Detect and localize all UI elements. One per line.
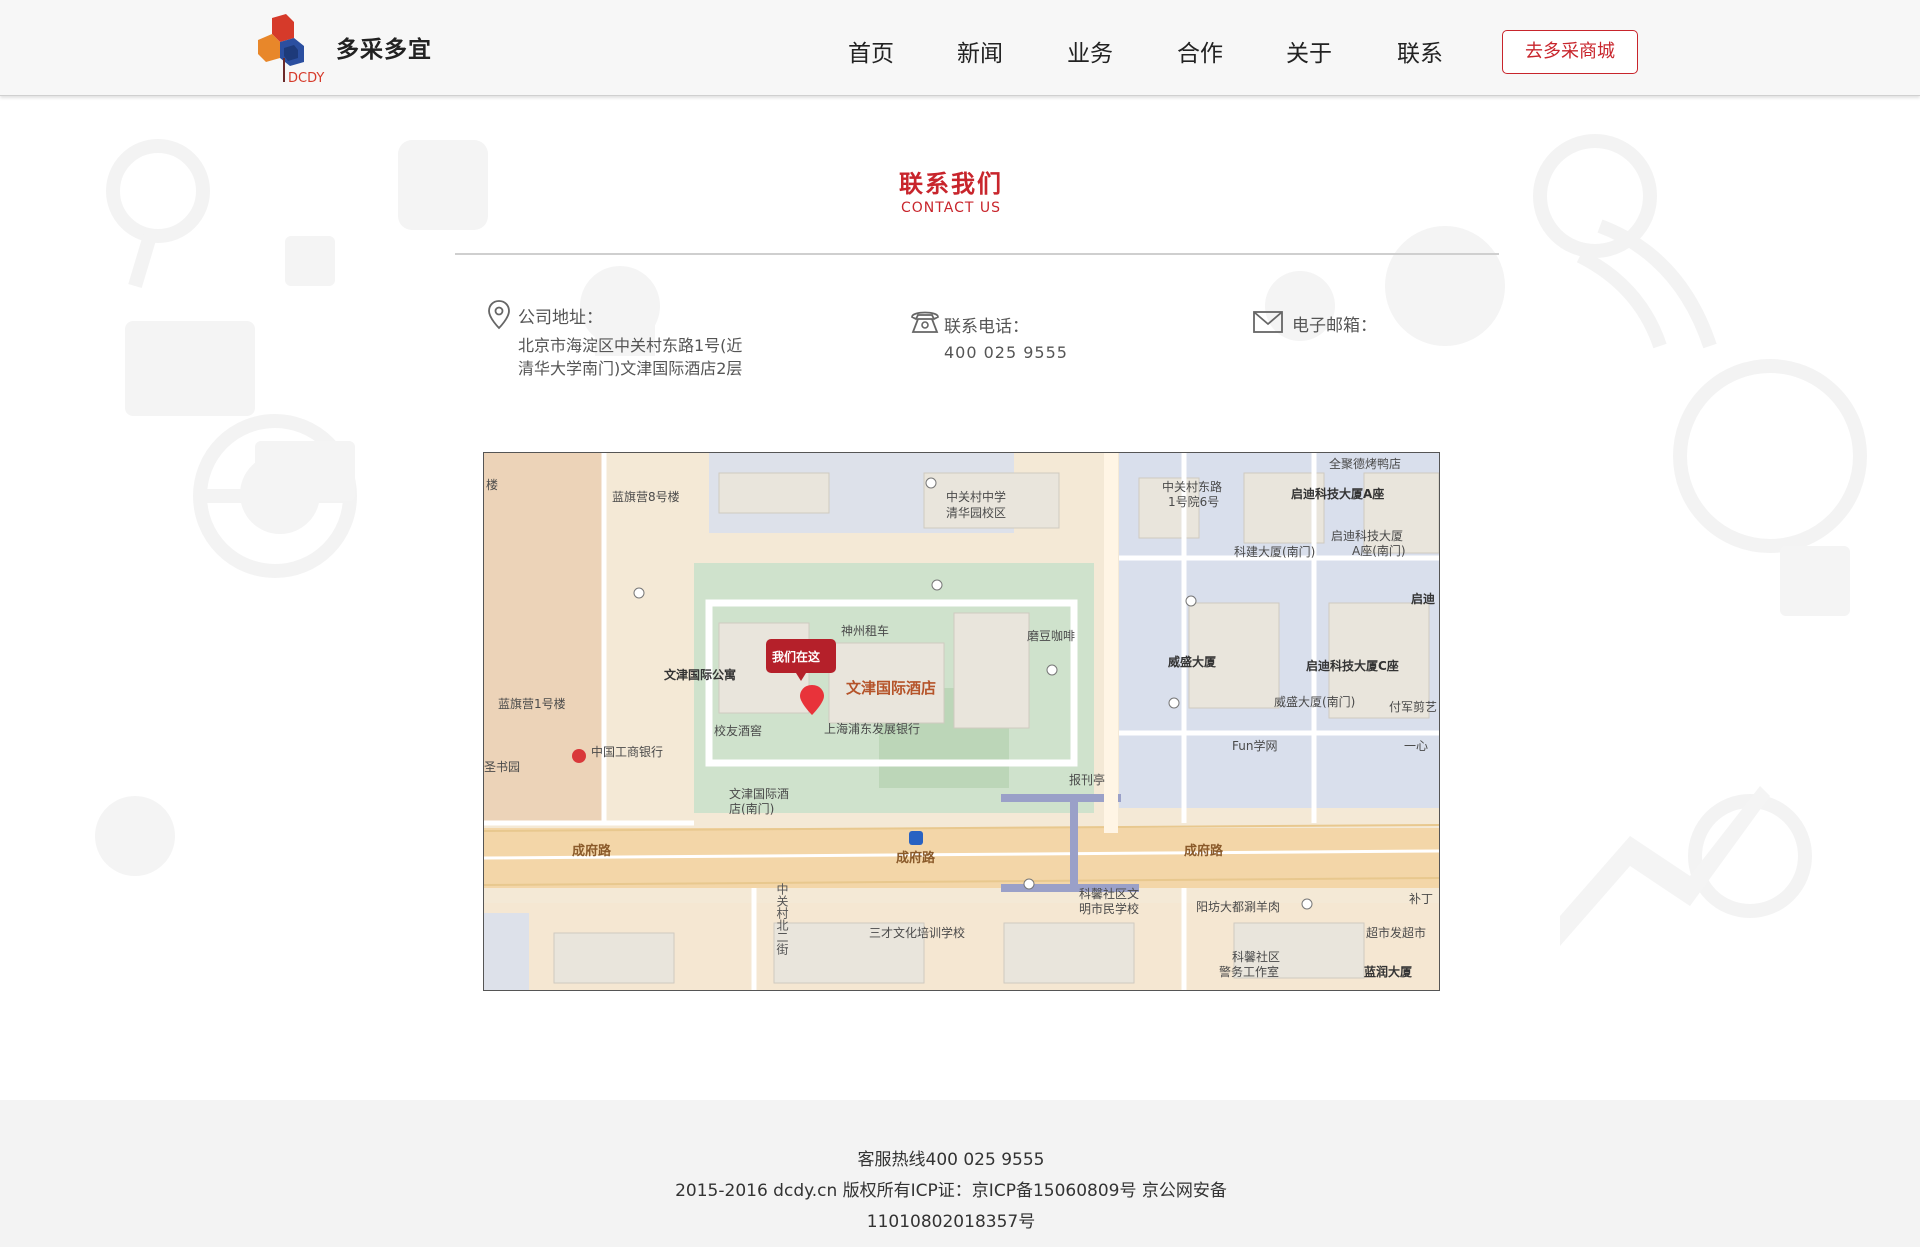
map-label: 启迪 xyxy=(1411,591,1435,606)
map-label: 一心 xyxy=(1404,739,1428,753)
nav-item-about[interactable]: 关于 xyxy=(1286,34,1332,68)
road-label: 成府路 xyxy=(1184,843,1224,859)
map-label: 上海浦东发展银行 xyxy=(824,721,920,736)
subway-icon xyxy=(909,831,923,845)
map-label: 明市民学校 xyxy=(1079,901,1139,916)
map-label: 威盛大厦(南门) xyxy=(1274,694,1355,709)
map-label: 文津国际公寓 xyxy=(664,667,736,682)
top-header: DCDY 多采多宜 首页 新闻 业务 合作 关于 联系 去多采商城 xyxy=(0,0,1920,96)
main-place-label: 文津国际酒店 xyxy=(846,679,936,697)
map-label: 中关村中学 xyxy=(946,489,1006,504)
footer-beian[interactable]: 11010802018357号 xyxy=(0,1207,1902,1232)
map-label: 阳坊大都涮羊肉 xyxy=(1196,899,1280,914)
address-line: 清华大学南门)文津国际酒店2层 xyxy=(518,359,743,378)
map-label: Fun学网 xyxy=(1232,738,1277,753)
road-label: 成府路 xyxy=(896,850,936,866)
marker-bubble-text: 我们在这 xyxy=(772,649,820,664)
footer-copyright: 2015-2016 dcdy.cn 版权所有ICP证：京ICP备15060809… xyxy=(675,1181,1227,1201)
map-label: 1号院6号 xyxy=(1168,495,1219,509)
map-label: 校友酒窖 xyxy=(714,723,762,738)
nav-item-cooperation[interactable]: 合作 xyxy=(1177,34,1223,68)
map-label: 蓝润大厦 xyxy=(1364,964,1413,979)
section-divider xyxy=(455,253,1499,255)
map-label: 补丁 xyxy=(1409,892,1433,906)
address-value: 北京市海淀区中关村东路1号(近 清华大学南门)文津国际酒店2层 xyxy=(518,334,778,380)
map-label: 科馨社区 xyxy=(1232,949,1280,964)
map-label: 三才文化培训学校 xyxy=(869,925,965,940)
nav-item-home[interactable]: 首页 xyxy=(848,34,894,68)
map-label: 蓝旗营1号楼 xyxy=(498,696,566,711)
map-label: 科馨社区文 xyxy=(1079,886,1139,901)
map-label: 店(南门) xyxy=(729,801,774,816)
map-label: 威盛大厦 xyxy=(1168,654,1217,669)
brand-name: 多采多宜 xyxy=(336,37,432,63)
road-label: 成府路 xyxy=(572,843,612,859)
map-label: 启迪科技大厦 xyxy=(1331,529,1403,543)
map-label: 清华园校区 xyxy=(946,505,1006,520)
map-label: 圣书园 xyxy=(484,760,520,774)
address-label: 公司地址： xyxy=(518,308,603,328)
bank-icon xyxy=(572,749,586,763)
section-subtitle: CONTACT US xyxy=(901,200,1001,216)
section-title: 联系我们 xyxy=(899,170,1003,198)
page-footer: 客服热线400 025 9555 2015-2016 dcdy.cn 版权所有I… xyxy=(0,1100,1920,1247)
map-label: 中关村东路 xyxy=(1162,479,1222,494)
nav-item-contact[interactable]: 联系 xyxy=(1397,34,1443,68)
map-label: 报刊亭 xyxy=(1069,772,1105,787)
map-label: 超市发超市 xyxy=(1366,925,1426,940)
nav-item-news[interactable]: 新闻 xyxy=(957,34,1003,68)
map-label: 文津国际酒 xyxy=(729,786,789,801)
map-label: 科建大厦(南门) xyxy=(1234,544,1315,559)
map-label: 付军剪艺 xyxy=(1389,699,1437,714)
map-label: 全聚德烤鸭店 xyxy=(1329,456,1401,471)
map-label: 启迪科技大厦C座 xyxy=(1306,658,1399,673)
map-label: 启迪科技大厦A座 xyxy=(1291,486,1384,501)
map-label: 神州租车 xyxy=(841,623,889,638)
road-label: 中关村北二街 xyxy=(775,882,789,955)
map-label: 中国工商银行 xyxy=(591,744,663,759)
location-pin-icon xyxy=(488,300,510,330)
location-map[interactable]: 楼 蓝旗营8号楼 中关村中学 清华园校区 中关村东路 1号院6号 全聚德烤鸭店 … xyxy=(483,452,1440,991)
logo-lettering: DCDY xyxy=(288,71,324,86)
envelope-icon xyxy=(1253,311,1283,333)
nav-item-business[interactable]: 业务 xyxy=(1067,34,1113,68)
phone-label: 联系电话： xyxy=(944,317,1029,337)
telephone-icon xyxy=(911,311,939,333)
map-label: 楼 xyxy=(486,477,498,492)
address-line: 北京市海淀区中关村东路1号(近 xyxy=(518,336,743,355)
map-label: 警务工作室 xyxy=(1219,964,1279,979)
phone-value[interactable]: 400 025 9555 xyxy=(944,341,1068,364)
footer-hotline: 客服热线400 025 9555 xyxy=(857,1150,1045,1170)
email-label: 电子邮箱： xyxy=(1292,316,1377,336)
map-label: 蓝旗营8号楼 xyxy=(612,489,680,504)
dcdy-logo-icon[interactable]: DCDY xyxy=(258,14,330,86)
go-to-mall-button[interactable]: 去多采商城 xyxy=(1502,30,1638,74)
map-label: A座(南门) xyxy=(1352,543,1406,558)
map-label: 磨豆咖啡 xyxy=(1027,628,1075,643)
